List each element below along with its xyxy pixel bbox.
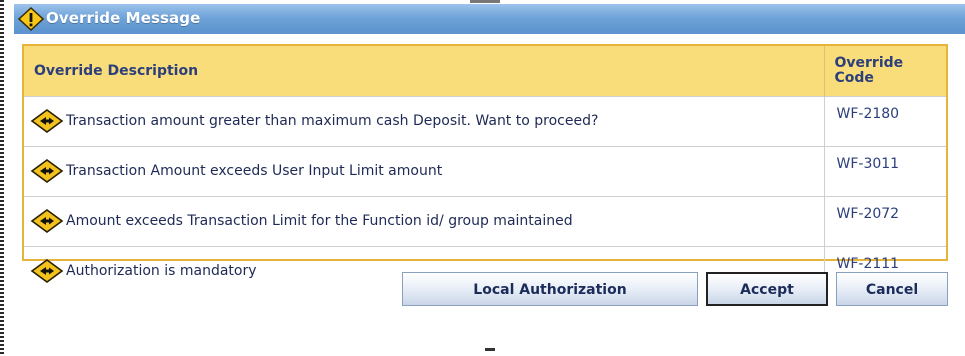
row-description: Authorization is mandatory bbox=[66, 263, 257, 279]
accept-button[interactable]: Accept bbox=[706, 272, 828, 306]
row-description-cell: Transaction amount greater than maximum … bbox=[24, 95, 825, 146]
column-header-code-line1: Override bbox=[834, 54, 904, 71]
row-code: WF-2072 bbox=[824, 195, 946, 246]
override-table-frame: Override Description Override Code Trans… bbox=[22, 44, 948, 296]
local-authorization-button[interactable]: Local Authorization bbox=[402, 272, 698, 306]
row-description-cell: Transaction Amount exceeds User Input Li… bbox=[24, 145, 825, 196]
table-row[interactable]: Amount exceeds Transaction Limit for the… bbox=[24, 195, 946, 246]
override-warning-icon bbox=[30, 159, 64, 183]
dialog-titlebar[interactable]: Override Message bbox=[14, 4, 965, 34]
table-row[interactable]: Transaction Amount exceeds User Input Li… bbox=[24, 145, 946, 196]
window-left-border bbox=[0, 0, 4, 356]
row-description: Amount exceeds Transaction Limit for the… bbox=[66, 213, 573, 229]
row-code: WF-2180 bbox=[824, 95, 946, 146]
top-edge-mark bbox=[470, 0, 500, 3]
column-header-code-line2: Code bbox=[834, 69, 874, 86]
row-code: WF-3011 bbox=[824, 145, 946, 196]
override-table: Override Description Override Code Trans… bbox=[24, 46, 946, 296]
override-warning-icon bbox=[30, 259, 64, 283]
row-description: Transaction amount greater than maximum … bbox=[66, 113, 599, 129]
dialog-title: Override Message bbox=[46, 9, 201, 27]
row-description-cell: Amount exceeds Transaction Limit for the… bbox=[24, 195, 825, 246]
bottom-edge-mark bbox=[485, 348, 495, 351]
override-warning-icon bbox=[30, 109, 64, 133]
cancel-button[interactable]: Cancel bbox=[836, 272, 948, 306]
column-header-description: Override Description bbox=[24, 46, 825, 96]
column-header-code: Override Code bbox=[824, 46, 946, 96]
table-header-row: Override Description Override Code bbox=[24, 46, 946, 96]
warning-diamond-icon bbox=[18, 7, 44, 31]
override-warning-icon bbox=[30, 209, 64, 233]
row-description: Transaction Amount exceeds User Input Li… bbox=[66, 163, 443, 179]
table-row[interactable]: Transaction amount greater than maximum … bbox=[24, 95, 946, 146]
